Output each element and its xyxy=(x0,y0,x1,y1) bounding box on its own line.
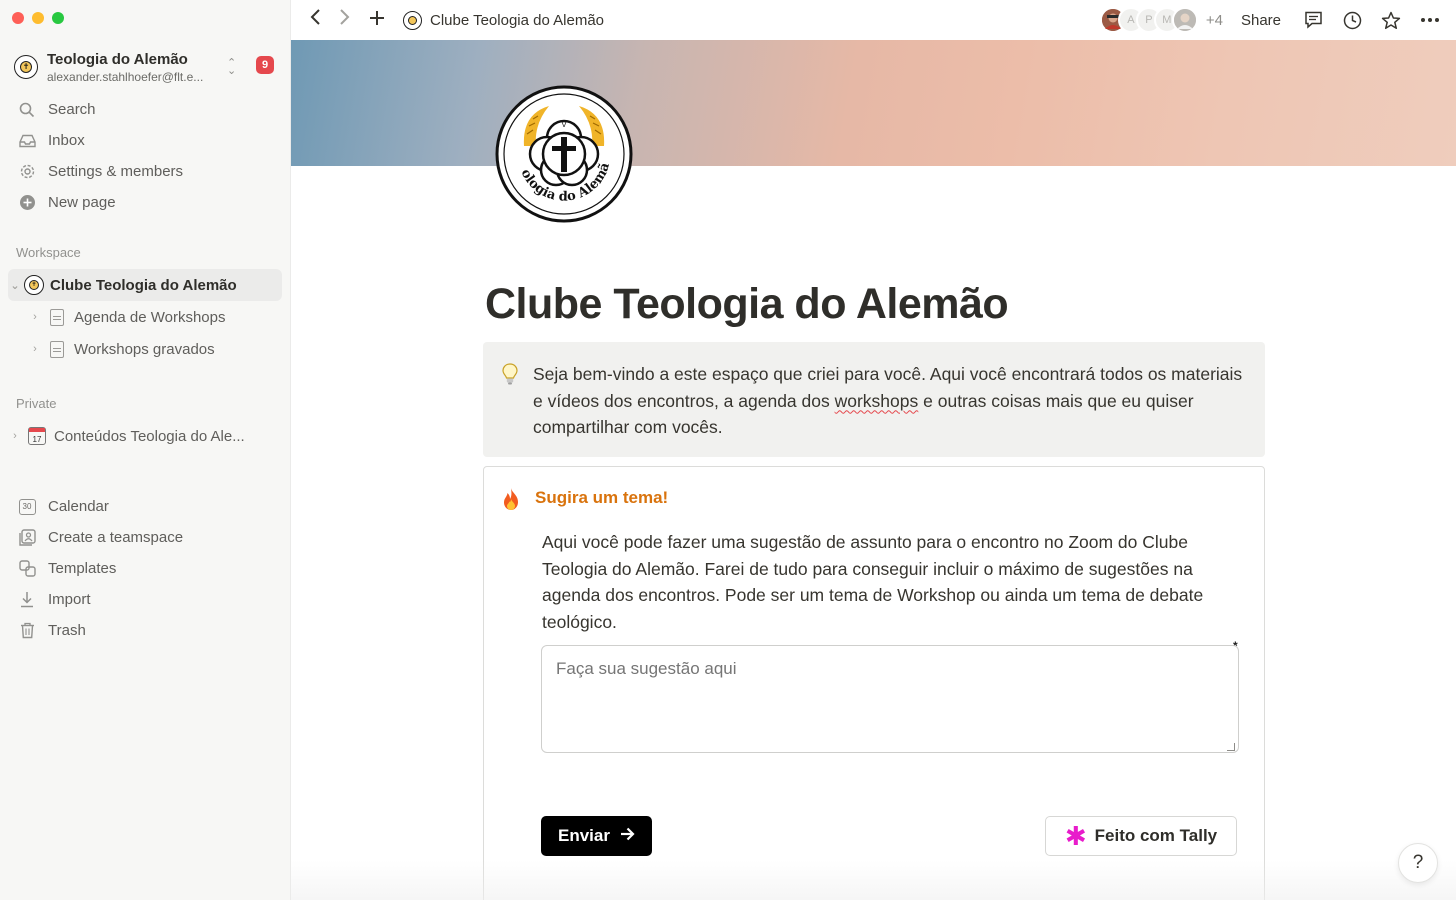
maximize-window-button[interactable] xyxy=(52,12,64,24)
submit-button[interactable]: Enviar xyxy=(541,816,652,856)
chevron-down-icon[interactable]: ⌄ xyxy=(8,279,22,292)
chevron-up-down-icon: ⌃ ⌄ xyxy=(227,57,237,77)
window-controls xyxy=(12,12,64,24)
inbox-icon xyxy=(18,132,36,150)
sidebar-item-label: Search xyxy=(48,101,96,118)
tally-asterisk-icon: ✱ xyxy=(1064,821,1087,851)
arrow-right-icon xyxy=(620,826,635,846)
breadcrumb[interactable]: Clube Teologia do Alemão xyxy=(403,10,605,30)
chevron-right-icon[interactable]: › xyxy=(28,311,42,323)
history-clock-icon[interactable] xyxy=(1342,10,1362,30)
made-with-tally-button[interactable]: ✱ Feito com Tally xyxy=(1045,816,1237,856)
gear-icon xyxy=(18,163,36,181)
calendar-icon: 30 xyxy=(18,498,36,516)
sidebar-item-settings[interactable]: Settings & members xyxy=(8,156,282,187)
suggestion-input[interactable] xyxy=(541,645,1239,753)
form-title: Sugira um tema! xyxy=(535,488,669,507)
more-options-icon[interactable] xyxy=(1420,10,1440,30)
notification-badge: 9 xyxy=(256,56,274,74)
new-tab-plus-icon[interactable] xyxy=(369,9,385,32)
resize-handle-icon[interactable] xyxy=(1227,743,1235,751)
sidebar-bottom-nav: 30 Calendar Create a teamspace Templates… xyxy=(8,491,282,646)
sidebar-item-label: Import xyxy=(48,591,91,608)
sidebar-item-clube[interactable]: ⌄ ✝ Clube Teologia do Alemão xyxy=(8,269,282,301)
sidebar-item-label: Create a teamspace xyxy=(48,529,184,546)
submit-label: Enviar xyxy=(558,826,610,845)
sidebar: ✝ Teologia do Alemão alexander.stahlhoef… xyxy=(0,0,291,900)
tally-label: Feito com Tally xyxy=(1094,826,1218,845)
tally-form-embed: Sugira um tema! Aqui você pode fazer uma… xyxy=(483,466,1265,900)
workspace-switcher[interactable]: ✝ Teologia do Alemão alexander.stahlhoef… xyxy=(14,48,276,86)
workspace-logo-icon: ✝ xyxy=(14,55,38,79)
chevron-right-icon[interactable]: › xyxy=(8,430,22,442)
page-logo-icon: ✝ xyxy=(24,275,44,295)
fire-icon xyxy=(501,487,521,511)
tree-item-label: Clube Teologia do Alemão xyxy=(50,276,237,294)
section-label-workspace[interactable]: Workspace xyxy=(16,245,81,260)
sidebar-item-search[interactable]: Search xyxy=(8,94,282,125)
welcome-callout[interactable]: Seja bem-vindo a este espaço que criei p… xyxy=(483,342,1265,457)
close-window-button[interactable] xyxy=(12,12,24,24)
topbar: Clube Teologia do Alemão A P M +4 Share xyxy=(291,0,1456,40)
plus-circle-icon xyxy=(18,194,36,212)
trash-icon xyxy=(18,622,36,640)
private-tree: › 17 Conteúdos Teologia do Ale... xyxy=(8,420,282,452)
sidebar-item-inbox[interactable]: Inbox xyxy=(8,125,282,156)
import-icon xyxy=(18,591,36,609)
sidebar-item-conteudos[interactable]: › 17 Conteúdos Teologia do Ale... xyxy=(8,420,282,452)
workspace-tree: ⌄ ✝ Clube Teologia do Alemão › Agenda de… xyxy=(8,269,282,365)
section-label-private[interactable]: Private xyxy=(16,396,56,411)
teamspace-icon xyxy=(18,529,36,547)
tree-item-label: Conteúdos Teologia do Ale... xyxy=(54,427,245,445)
workspace-email: alexander.stahlhoefer@flt.e... xyxy=(47,69,204,84)
page-logo-icon[interactable]: V Teologia do Alemão xyxy=(490,73,634,224)
forward-arrow-icon[interactable] xyxy=(339,8,351,32)
collaborator-avatars[interactable]: A P M xyxy=(1099,7,1198,33)
sidebar-item-calendar[interactable]: 30 Calendar xyxy=(8,491,282,522)
templates-icon xyxy=(18,560,36,578)
workspace-name: Teologia do Alemão xyxy=(47,50,188,68)
page-logo-icon xyxy=(403,10,422,30)
page-cover[interactable] xyxy=(291,40,1456,166)
page-title[interactable]: Clube Teologia do Alemão xyxy=(485,280,1009,329)
sidebar-item-workshops-gravados[interactable]: › Workshops gravados xyxy=(8,333,282,365)
breadcrumb-label: Clube Teologia do Alemão xyxy=(430,11,605,29)
share-button[interactable]: Share xyxy=(1241,12,1281,29)
favorite-star-icon[interactable] xyxy=(1381,10,1401,30)
sidebar-item-templates[interactable]: Templates xyxy=(8,553,282,584)
document-icon xyxy=(50,308,64,326)
sidebar-item-trash[interactable]: Trash xyxy=(8,615,282,646)
sidebar-item-new-page[interactable]: New page xyxy=(8,187,282,218)
calendar-page-icon: 17 xyxy=(28,427,46,445)
minimize-window-button[interactable] xyxy=(32,12,44,24)
search-icon xyxy=(18,101,36,119)
sidebar-nav: Search Inbox Settings & members New page xyxy=(8,94,282,218)
tree-item-label: Workshops gravados xyxy=(74,340,215,358)
help-button[interactable]: ? xyxy=(1398,843,1438,883)
svg-text:V: V xyxy=(562,121,567,129)
lightbulb-icon xyxy=(500,362,520,386)
comments-icon[interactable] xyxy=(1303,10,1323,30)
tree-item-label: Agenda de Workshops xyxy=(74,308,226,326)
callout-text-workshops: workshops xyxy=(834,390,919,411)
sidebar-item-label: Inbox xyxy=(48,132,85,149)
sidebar-item-label: Calendar xyxy=(48,498,109,515)
sidebar-item-label: Settings & members xyxy=(48,163,184,180)
sidebar-item-label: Trash xyxy=(48,622,86,639)
chevron-right-icon[interactable]: › xyxy=(28,343,42,355)
sidebar-item-import[interactable]: Import xyxy=(8,584,282,615)
sidebar-item-create-teamspace[interactable]: Create a teamspace xyxy=(8,522,282,553)
back-arrow-icon[interactable] xyxy=(309,8,321,32)
document-icon xyxy=(50,340,64,358)
avatar xyxy=(1171,7,1198,33)
more-collaborators-count[interactable]: +4 xyxy=(1206,12,1223,29)
sidebar-item-label: New page xyxy=(48,194,116,211)
form-description: Aqui você pode fazer uma sugestão de ass… xyxy=(542,532,1204,632)
sidebar-item-label: Templates xyxy=(48,560,117,577)
sidebar-item-agenda[interactable]: › Agenda de Workshops xyxy=(8,301,282,333)
